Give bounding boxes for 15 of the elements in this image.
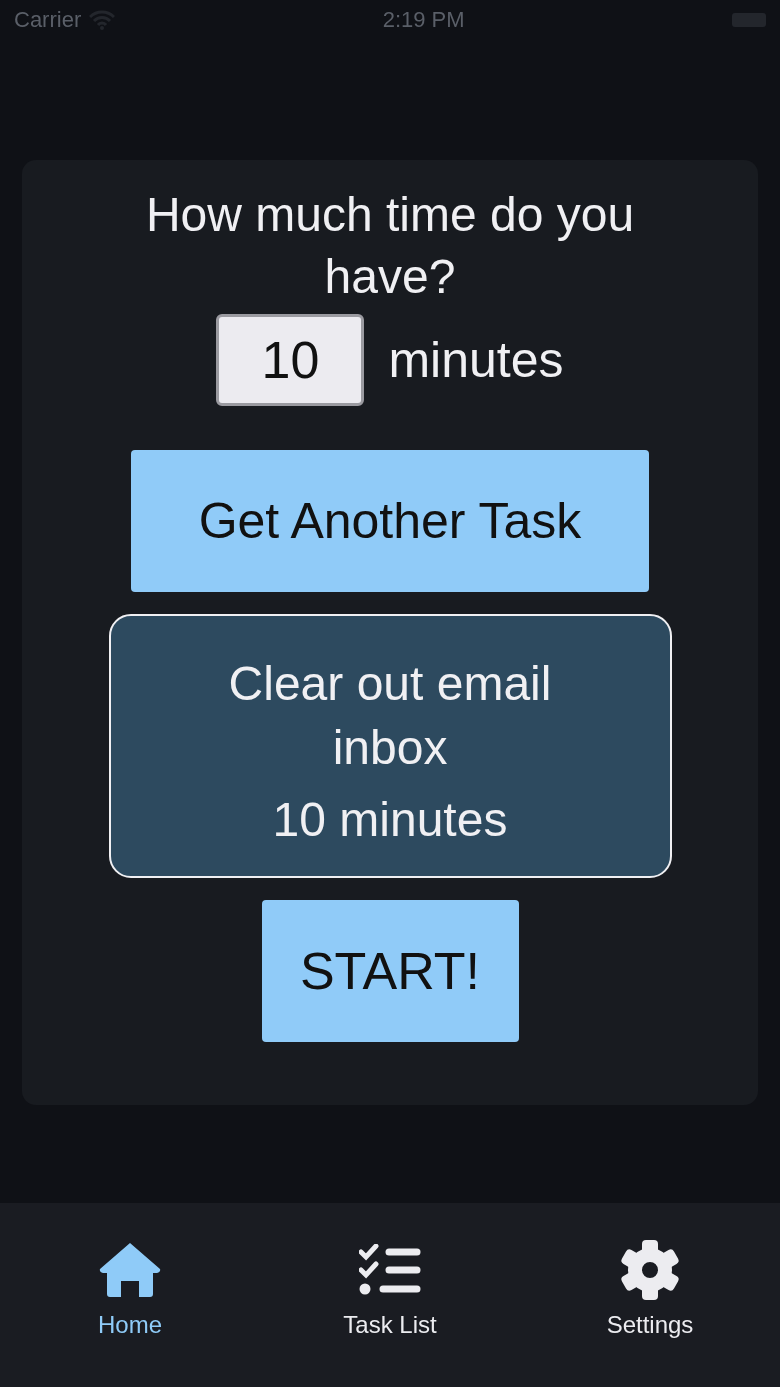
checklist-icon — [359, 1244, 421, 1296]
settings-icon — [620, 1239, 680, 1301]
prompt-heading: How much time do you have? — [144, 187, 636, 305]
minutes-label: minutes — [388, 331, 564, 389]
start-button[interactable]: START! — [261, 900, 519, 1042]
clock-time: 2:19 PM — [382, 7, 465, 33]
home-icon — [99, 1242, 161, 1298]
get-task-button[interactable]: Get Another Task — [131, 450, 649, 592]
minutes-field[interactable]: 10 — [216, 314, 365, 406]
task-title: Clear out email inbox — [227, 656, 553, 776]
task-duration: 10 minutes — [272, 792, 508, 847]
tab-button[interactable]: Task List — [260, 1239, 520, 1349]
tab-button[interactable]: Home — [0, 1239, 260, 1349]
tab-button[interactable]: Settings — [520, 1239, 780, 1349]
carrier-label: Carrier — [14, 7, 82, 33]
